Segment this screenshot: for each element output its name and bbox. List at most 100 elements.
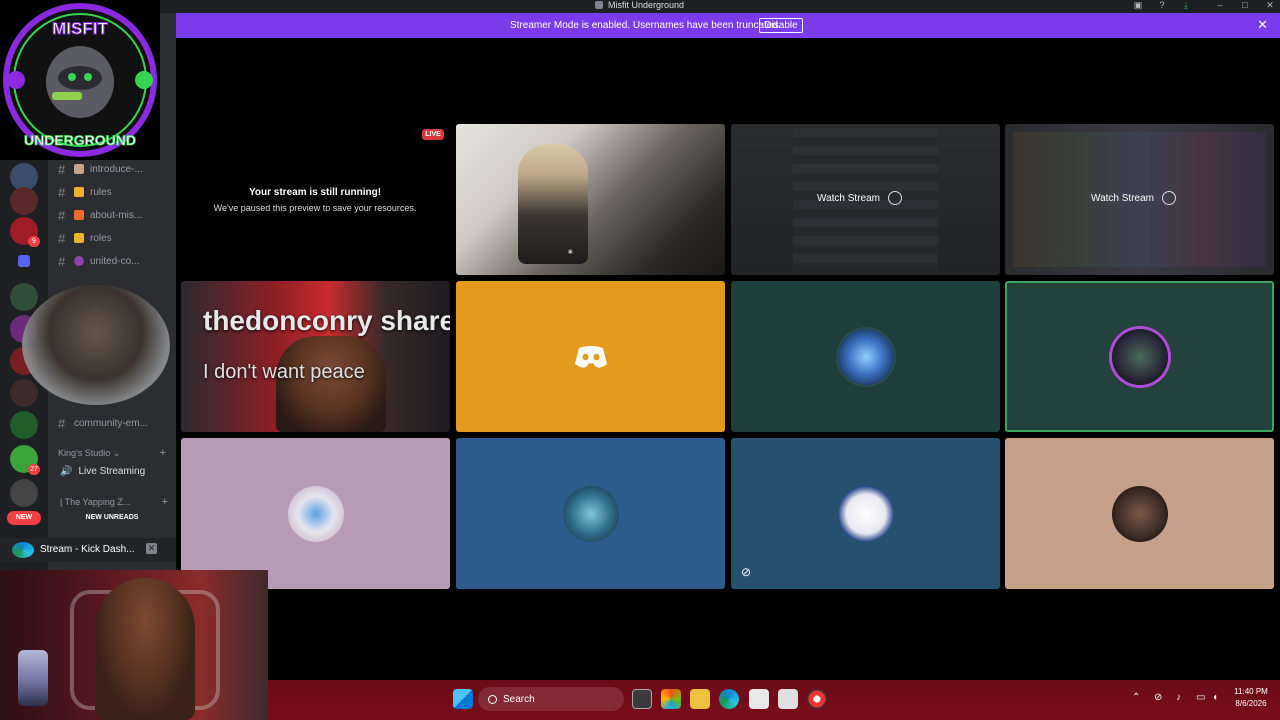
copilot-icon[interactable]: [661, 689, 681, 709]
logo-bottom-text: UNDERGROUND: [24, 132, 136, 148]
add-channel-icon[interactable]: +: [160, 447, 166, 459]
category-yapping[interactable]: | The Yapping Z... +: [60, 496, 172, 508]
participant-tile[interactable]: [456, 281, 725, 432]
eye-icon[interactable]: [887, 191, 902, 205]
channel-roles[interactable]: # roles: [58, 229, 172, 247]
desk-lamp: [18, 650, 48, 706]
chevron-up-icon[interactable]: ⌃: [1132, 692, 1140, 703]
pencil-icon: [74, 164, 84, 174]
logo-graphic: MISFIT UNDERGROUND: [3, 3, 157, 157]
microphone-icon[interactable]: ♪: [1176, 692, 1181, 703]
participant-tile[interactable]: ⊘: [731, 438, 1000, 589]
logo-top-text: MISFIT: [52, 19, 108, 38]
stop-stream-icon[interactable]: ✕: [146, 543, 157, 554]
server-icon[interactable]: [10, 283, 38, 311]
server-icon[interactable]: 27: [10, 445, 40, 475]
stream-preview-tile[interactable]: Watch Stream: [731, 124, 1000, 275]
download-icon[interactable]: ⤓: [1176, 0, 1196, 13]
channel-united[interactable]: # united-co...: [58, 252, 172, 270]
participant-avatar: [562, 485, 619, 542]
face-overlay-image: [22, 285, 170, 405]
windows-start-icon[interactable]: [453, 689, 473, 709]
file-explorer-icon[interactable]: [690, 689, 710, 709]
watch-stream-button[interactable]: Watch Stream: [817, 193, 880, 204]
participant-avatar: [287, 485, 344, 542]
shared-title: thedonconry shared!: [203, 305, 450, 336]
server-icon[interactable]: [10, 411, 38, 439]
channel-label: rules: [90, 186, 112, 198]
streamer-person: [276, 336, 386, 432]
channel-label: united-co...: [90, 255, 140, 267]
minimize-icon[interactable]: –: [1210, 0, 1230, 13]
channel-community-em[interactable]: # community-em...: [58, 414, 172, 432]
channel-live-streaming[interactable]: 🔊 Live Streaming: [60, 466, 145, 477]
tag-icon: [74, 233, 84, 243]
category-label: | The Yapping Z...: [60, 497, 131, 507]
window-close-icon[interactable]: ✕: [1260, 0, 1280, 13]
live-badge: LIVE: [422, 129, 444, 140]
eye-icon[interactable]: [1161, 191, 1176, 205]
folder-icon[interactable]: [18, 255, 30, 267]
obs-icon[interactable]: [807, 689, 827, 709]
server-icon[interactable]: 9: [10, 217, 40, 247]
hash-icon: #: [58, 161, 66, 177]
search-label: Search: [503, 693, 535, 705]
category-kings-studio[interactable]: King's Studio ⌄ +: [58, 447, 170, 459]
disable-streamer-mode-button[interactable]: Disable: [759, 18, 803, 33]
watch-stream-control[interactable]: Watch Stream: [1091, 191, 1176, 205]
new-unreads-pill[interactable]: NEW UNREADS: [62, 511, 162, 525]
deafened-icon: ⊘: [741, 565, 752, 579]
streamer-webcam-overlay: [0, 570, 268, 720]
display-icon[interactable]: ▭: [1196, 692, 1205, 703]
paused-title: Your stream is still running!: [248, 187, 382, 198]
misfit-underground-logo: MISFIT UNDERGROUND: [0, 0, 160, 160]
speaker-icon: 🔊: [60, 466, 73, 477]
add-channel-icon[interactable]: +: [162, 496, 168, 508]
discord-avatar-icon: [575, 346, 607, 368]
participant-tile[interactable]: [731, 281, 1000, 432]
category-label: King's Studio: [58, 448, 111, 458]
edge-browser-icon[interactable]: [719, 689, 739, 709]
channel-introduce[interactable]: # introduce-...: [58, 160, 172, 178]
app-title: Misfit Underground: [595, 0, 684, 10]
network-icon[interactable]: ⊘: [1154, 692, 1162, 703]
shared-subtitle: I don't want peace: [203, 361, 365, 383]
streamer-person: [95, 578, 195, 720]
participant-tile[interactable]: [181, 438, 450, 589]
speaking-participant-tile[interactable]: [1005, 281, 1274, 432]
hash-icon: #: [58, 207, 66, 223]
paused-stream-tile[interactable]: Your stream is still running! We've paus…: [180, 124, 450, 275]
maximize-icon[interactable]: □: [1235, 0, 1255, 13]
shared-stream-tile[interactable]: thedonconry shared! I don't want peace: [181, 281, 450, 432]
notepad-icon[interactable]: [778, 689, 798, 709]
server-icon[interactable]: [10, 187, 38, 215]
channel-rules[interactable]: # rules: [58, 183, 172, 201]
taskbar-clock[interactable]: 11:40 PM 8/6/2026: [1226, 686, 1276, 710]
participant-tile[interactable]: [456, 438, 725, 589]
stream-preview-tile[interactable]: Watch Stream: [1005, 124, 1274, 275]
camera-tile[interactable]: ▣: [456, 124, 725, 275]
inbox-icon[interactable]: ▣: [1128, 0, 1148, 13]
participant-tile[interactable]: [1005, 438, 1274, 589]
help-icon[interactable]: ?: [1152, 0, 1172, 13]
participant-avatar: [1111, 485, 1168, 542]
volume-icon[interactable]: ◖: [1212, 692, 1218, 703]
watch-stream-button[interactable]: Watch Stream: [1091, 193, 1154, 204]
lightning-icon: [74, 210, 84, 220]
banner-message: Streamer Mode is enabled. Usernames have…: [510, 20, 781, 31]
close-icon[interactable]: ✕: [1257, 18, 1268, 32]
store-icon[interactable]: [749, 689, 769, 709]
new-pill[interactable]: NEW: [7, 511, 41, 525]
server-icon[interactable]: [10, 379, 38, 407]
edge-browser-icon: [12, 542, 34, 558]
hash-icon: #: [58, 230, 66, 246]
taskbar-search[interactable]: Search: [478, 687, 624, 711]
task-view-icon[interactable]: [632, 689, 652, 709]
channel-about[interactable]: # about-mis...: [58, 206, 172, 224]
participant-avatar: [1111, 328, 1168, 385]
server-icon[interactable]: [10, 479, 38, 507]
watch-stream-control[interactable]: Watch Stream: [817, 191, 902, 205]
channel-label: introduce-...: [90, 163, 143, 175]
globe-icon: [74, 256, 84, 266]
stream-status-bar[interactable]: Stream - Kick Dash... ✕: [0, 538, 176, 562]
